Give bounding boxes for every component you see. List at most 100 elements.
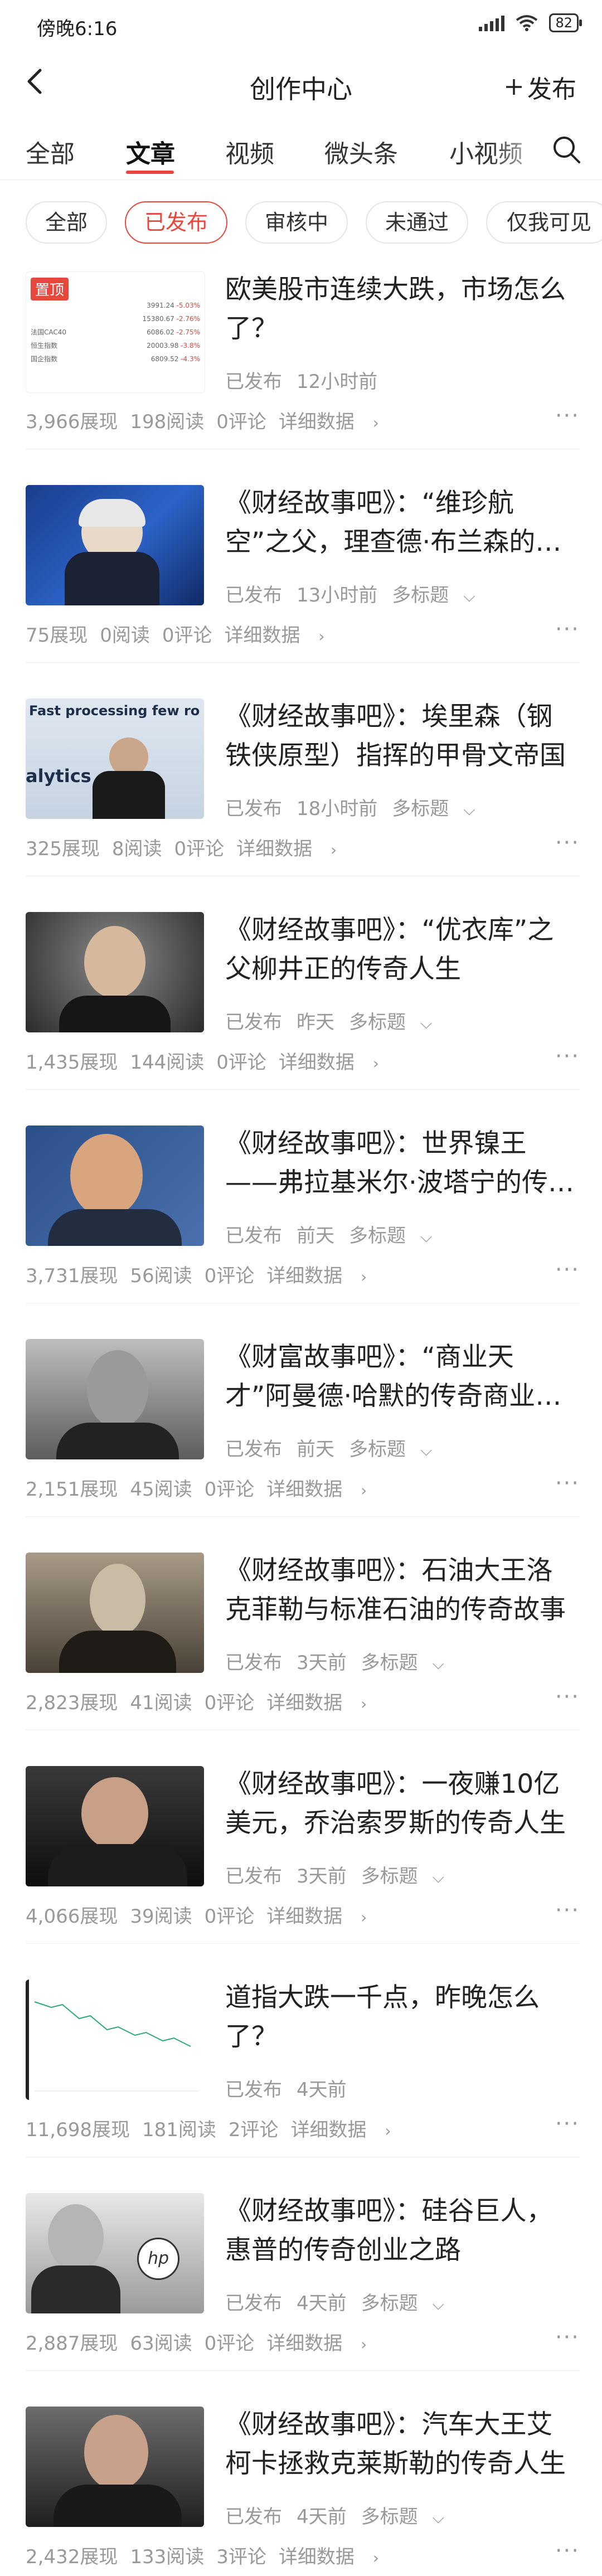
views-count: 2,432展现 [26,2546,118,2568]
detail-data-link[interactable]: 详细数据 › [236,838,349,860]
views-count: 11,698展现 [26,2119,130,2141]
publish-label: 发布 [527,75,576,104]
publish-status: 已发布 [225,1865,282,1888]
more-options-icon[interactable]: ··· [555,1257,580,1283]
search-icon[interactable] [551,134,582,165]
tab-all[interactable]: 全部 [26,134,75,169]
publish-time: 13小时前 [297,584,378,607]
article-title[interactable]: 欧美股市连续大跌，市场怎么了？ [225,270,576,348]
filter-reviewing[interactable]: 审核中 [245,201,348,244]
chevron-down-icon: ⌵ [420,1014,433,1032]
chevron-down-icon: ⌵ [463,587,475,605]
detail-data-link[interactable]: 详细数据 › [266,1478,379,1501]
article-title[interactable]: 《财经故事吧》：石油大王洛克菲勒与标准石油的传奇故事 [225,1551,576,1629]
article-title[interactable]: 《财富故事吧》：“商业天才”阿曼德·哈默的传奇商业人生 [225,1338,576,1416]
article-thumbnail: 置顶 3991.24 -5.03% 15380.67 -2.76% 法国CAC4… [26,271,205,393]
comments-count: 0评论 [174,838,225,860]
detail-data-link[interactable]: 详细数据 › [279,411,391,433]
detail-data-link[interactable]: 详细数据 › [266,2332,379,2355]
chevron-right-icon: › [372,414,379,432]
detail-data-link[interactable]: 详细数据 › [279,2546,391,2568]
publish-time: 前天 [297,1438,334,1461]
article-thumbnail [26,1980,207,2100]
more-options-icon[interactable]: ··· [555,1044,580,1069]
more-options-icon[interactable]: ··· [555,2538,580,2564]
multi-title-toggle[interactable]: 多标题 ⌵ [349,1438,446,1461]
article-title[interactable]: 《财经故事吧》：“维珍航空”之父，理查德·布兰森的传奇人生 [225,484,576,562]
multi-title-toggle[interactable]: 多标题 ⌵ [349,1011,446,1034]
tab-videos[interactable]: 视频 [225,134,274,169]
multi-title-toggle[interactable]: 多标题 ⌵ [349,1225,446,1247]
filter-all[interactable]: 全部 [26,201,107,244]
detail-data-link[interactable]: 详细数据 › [225,624,337,647]
article-thumbnail [26,2407,204,2527]
detail-data-link[interactable]: 详细数据 › [279,1051,391,1074]
views-count: 75展现 [26,624,88,647]
status-icons: 82 [479,13,582,32]
article-meta: 已发布 昨天 多标题 ⌵ [225,1007,461,1034]
comments-count: 0评论 [216,1051,266,1074]
more-options-icon[interactable]: ··· [555,1684,580,1710]
article-title[interactable]: 《财经故事吧》：硅谷巨人，惠普的传奇创业之路 [225,2192,576,2270]
detail-data-link[interactable]: 详细数据 › [291,2119,404,2141]
filter-published[interactable]: 已发布 [125,201,227,244]
article-stats: 4,066展现 39阅读 0评论 详细数据 › [26,1901,391,1928]
views-count: 3,731展现 [26,1265,118,1287]
status-filters: 全部 已发布 审核中 未通过 仅我可见 [0,180,602,261]
article-stats: 3,731展现 56阅读 0评论 详细数据 › [26,1260,391,1288]
comments-count: 0评论 [204,1265,255,1287]
multi-title-toggle[interactable]: 多标题 ⌵ [392,798,489,820]
article-meta: 已发布 3天前 多标题 ⌵ [225,1647,473,1675]
detail-data-link[interactable]: 详细数据 › [266,1905,379,1928]
publish-time: 昨天 [297,1011,334,1034]
tab-articles[interactable]: 文章 [126,134,175,169]
tab-micro-posts[interactable]: 微头条 [324,134,398,169]
publish-status: 已发布 [225,1225,282,1247]
publish-button[interactable]: 发布 [504,69,576,105]
views-count: 325展现 [26,838,100,860]
status-bar: 傍晚6:16 82 [0,0,602,50]
comments-count: 2评论 [228,2119,279,2141]
multi-title-toggle[interactable]: 多标题 ⌵ [392,584,489,607]
article-title[interactable]: 《财经故事吧》：埃里森（钢铁侠原型）指挥的甲骨文帝国 [225,697,576,775]
pinned-badge: 置顶 [31,278,69,300]
views-count: 2,151展现 [26,1478,118,1501]
article-title[interactable]: 《财经故事吧》：“优衣库”之父柳井正的传奇人生 [225,911,576,989]
article-title[interactable]: 《财经故事吧》：汽车大王艾柯卡拯救克莱斯勒的传奇人生 [225,2405,576,2483]
article-title[interactable]: 道指大跌一千点，昨晚怎么了？ [225,1978,576,2056]
article-title[interactable]: 《财经故事吧》：世界镍王——弗拉基米尔·波塔宁的传奇人生 [225,1124,576,1202]
reads-count: 8阅读 [111,838,162,860]
publish-time: 12小时前 [297,371,378,393]
more-options-icon[interactable]: ··· [555,617,580,642]
more-options-icon[interactable]: ··· [555,403,580,429]
chevron-down-icon: ⌵ [432,2295,444,2313]
thumbnail-caption: alytics [26,765,91,787]
more-options-icon[interactable]: ··· [555,2325,580,2350]
detail-data-link[interactable]: 详细数据 › [266,1692,379,1714]
filter-private[interactable]: 仅我可见 [486,201,602,244]
more-options-icon[interactable]: ··· [555,830,580,856]
reads-count: 45阅读 [130,1478,192,1501]
more-options-icon[interactable]: ··· [555,1898,580,1923]
divider [26,662,580,663]
chevron-right-icon: › [318,627,325,646]
reads-count: 63阅读 [130,2332,192,2355]
app-header: 创作中心 发布 [0,50,602,117]
chevron-down-icon: ⌵ [463,801,475,819]
article-meta: 已发布 4天前 多标题 ⌵ [225,2288,473,2315]
comments-count: 0评论 [204,1692,255,1714]
multi-title-toggle[interactable]: 多标题 ⌵ [361,1865,459,1888]
multi-title-toggle[interactable]: 多标题 ⌵ [361,2292,459,2315]
article-meta: 已发布 3天前 多标题 ⌵ [225,1861,473,1888]
multi-title-toggle[interactable]: 多标题 ⌵ [361,2506,459,2528]
comments-count: 0评论 [204,2332,255,2355]
more-options-icon[interactable]: ··· [555,2111,580,2137]
filter-rejected[interactable]: 未通过 [366,201,468,244]
more-options-icon[interactable]: ··· [555,1471,580,1496]
status-time: 傍晚6:16 [37,18,118,40]
detail-data-link[interactable]: 详细数据 › [266,1265,379,1287]
multi-title-toggle[interactable]: 多标题 ⌵ [361,1652,459,1674]
article-title[interactable]: 《财经故事吧》：一夜赚10亿美元，乔治索罗斯的传奇人生 [225,1765,576,1843]
reads-count: 133阅读 [130,2546,205,2568]
article-meta: 已发布 13小时前 多标题 ⌵ [225,580,504,607]
